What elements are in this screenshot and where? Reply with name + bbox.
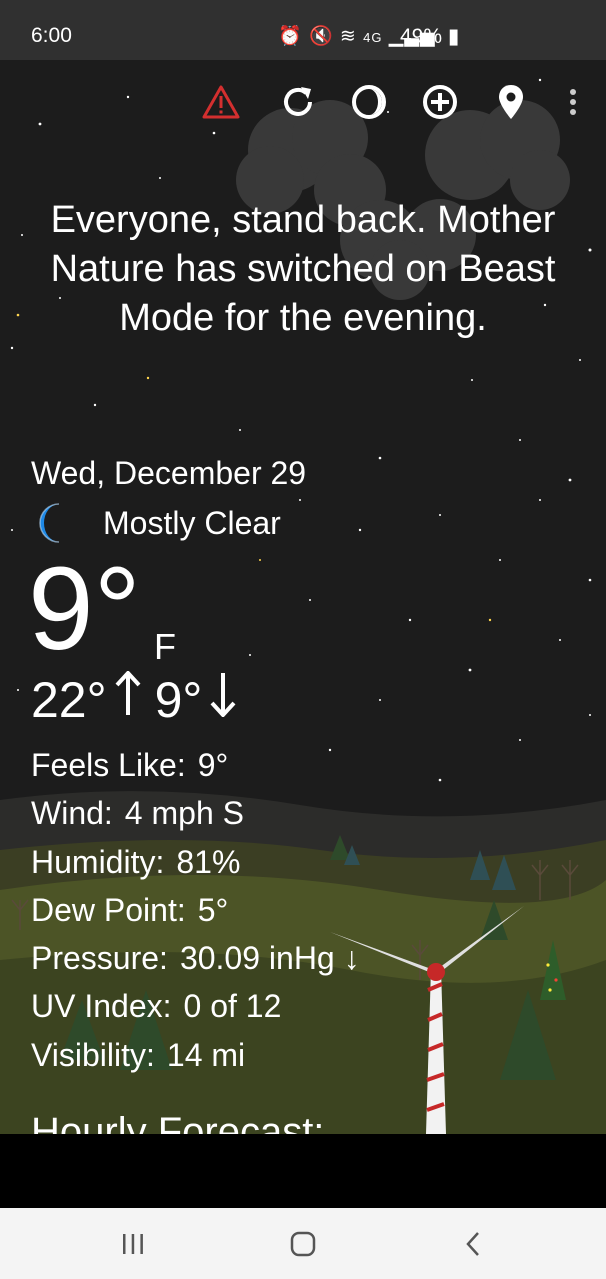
current-date: Wed, December 29: [31, 455, 307, 491]
high-temperature: 22°: [31, 672, 107, 728]
more-vert-icon: [570, 89, 576, 115]
detail-value: 81%: [176, 843, 241, 880]
refresh-icon: [284, 87, 312, 116]
status-time: 6:00: [31, 24, 72, 47]
moon-phase-button[interactable]: [349, 82, 389, 122]
detail-row-feels-like: Feels Like: 9°: [31, 741, 360, 789]
detail-row-visibility: Visibility: 14 mi: [31, 1031, 360, 1079]
weather-details: Feels Like: 9° Wind: 4 mph S Humidity: 81% …: [31, 741, 360, 1079]
refresh-button[interactable]: [278, 82, 318, 122]
recent-apps-icon: [123, 1234, 143, 1254]
current-temperature: 9°: [28, 543, 141, 675]
detail-label: Humidity:: [31, 843, 165, 880]
arrow-up-icon: [115, 670, 141, 729]
moon-icon: [39, 503, 60, 543]
warning-icon: [202, 85, 240, 119]
high-low-temperature: 22° 9°: [31, 670, 250, 729]
battery-icon: ▮: [447, 25, 460, 48]
detail-label: UV Index:: [31, 988, 172, 1025]
bottom-spacer: [0, 1134, 606, 1208]
wifi-icon: ≋: [339, 26, 357, 47]
current-condition: Mostly Clear: [31, 501, 281, 545]
hourly-forecast-title: Hourly Forecast:: [31, 1110, 325, 1134]
back-icon: [466, 1232, 479, 1256]
back-button[interactable]: [443, 1224, 503, 1264]
temperature-unit: F: [154, 626, 176, 667]
weather-alert-button[interactable]: [201, 82, 241, 122]
detail-value: 5°: [197, 891, 229, 928]
weather-headline: Everyone, stand back. Mother Nature has …: [50, 199, 556, 339]
detail-label: Feels Like:: [31, 747, 186, 783]
detail-row-humidity: Humidity: 81%: [31, 838, 360, 886]
moon-phase-icon: [352, 85, 386, 119]
status-bar: 6:00 ⏰ 🔇 ≋ 4G ▁▃▅ 49% ▮: [0, 0, 606, 60]
detail-label: Wind:: [31, 795, 113, 832]
weather-app: Everyone, stand back. Mother Nature has …: [0, 60, 606, 1134]
alarm-icon: ⏰: [278, 26, 303, 47]
battery-percent: 49%: [400, 25, 443, 48]
detail-label: Pressure:: [31, 940, 168, 977]
detail-label: Dew Point:: [31, 891, 186, 928]
battery-indicator: 49% ▮: [400, 24, 459, 49]
detail-row-dew-point: Dew Point: 5°: [31, 886, 360, 934]
app-toolbar: [0, 60, 606, 144]
home-icon: [290, 1231, 316, 1257]
detail-value: 0 of 12: [183, 988, 282, 1025]
detail-value: 4 mph S: [124, 795, 244, 832]
recent-apps-button[interactable]: [103, 1224, 163, 1264]
4g-icon: 4G: [363, 30, 383, 45]
system-nav-bar: [0, 1208, 606, 1279]
detail-row-wind: Wind: 4 mph S: [31, 789, 360, 837]
condition-text: Mostly Clear: [103, 504, 281, 541]
home-button[interactable]: [273, 1224, 333, 1264]
low-temperature: 9°: [154, 672, 203, 728]
location-button[interactable]: [491, 82, 531, 122]
detail-value: 14 mi: [166, 1036, 246, 1073]
mute-icon: 🔇: [308, 26, 334, 47]
detail-row-uv-index: UV Index: 0 of 12: [31, 982, 360, 1030]
add-location-button[interactable]: [420, 82, 460, 122]
detail-row-pressure: Pressure: 30.09 inHg ↓: [31, 934, 360, 982]
detail-value: 9°: [197, 747, 229, 783]
add-location-icon: [423, 85, 457, 119]
arrow-down-icon: [210, 671, 236, 729]
phone-screen: 6:00 ⏰ 🔇 ≋ 4G ▁▃▅ 49% ▮ Everyone, stand …: [0, 0, 606, 1279]
detail-label: Visibility:: [31, 1036, 155, 1073]
detail-value: 30.09 inHg ↓: [179, 940, 360, 977]
overflow-menu-button[interactable]: [553, 82, 593, 122]
location-pin-icon: [499, 85, 523, 119]
